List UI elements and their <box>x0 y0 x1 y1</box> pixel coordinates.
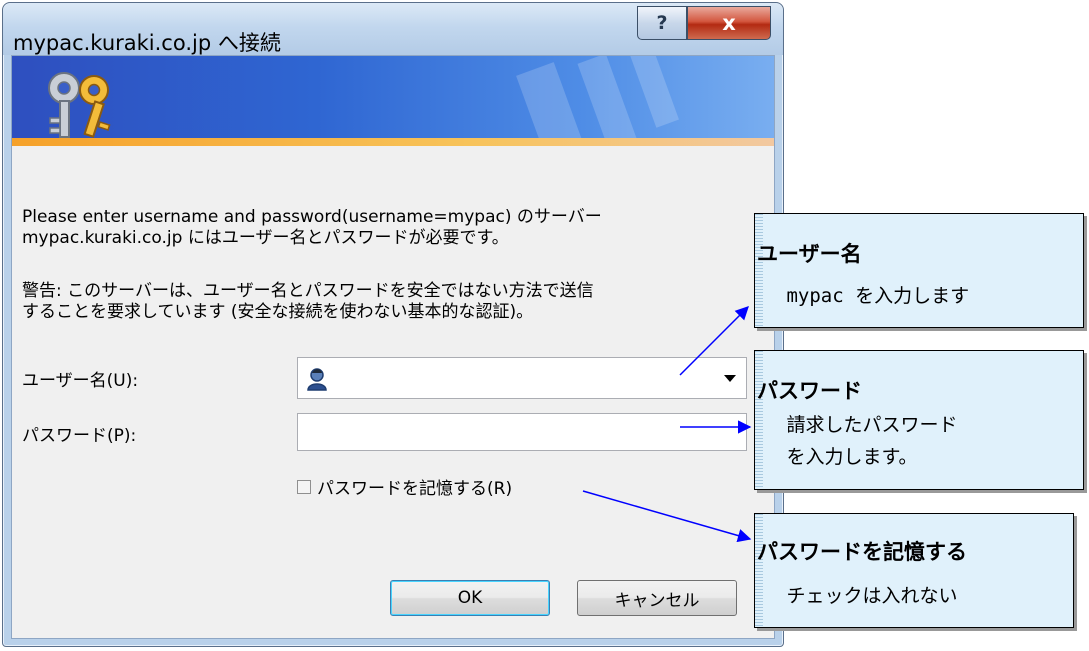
arrow-username <box>679 306 749 376</box>
annotation-arrows <box>582 306 752 543</box>
arrow-remember <box>582 490 752 543</box>
